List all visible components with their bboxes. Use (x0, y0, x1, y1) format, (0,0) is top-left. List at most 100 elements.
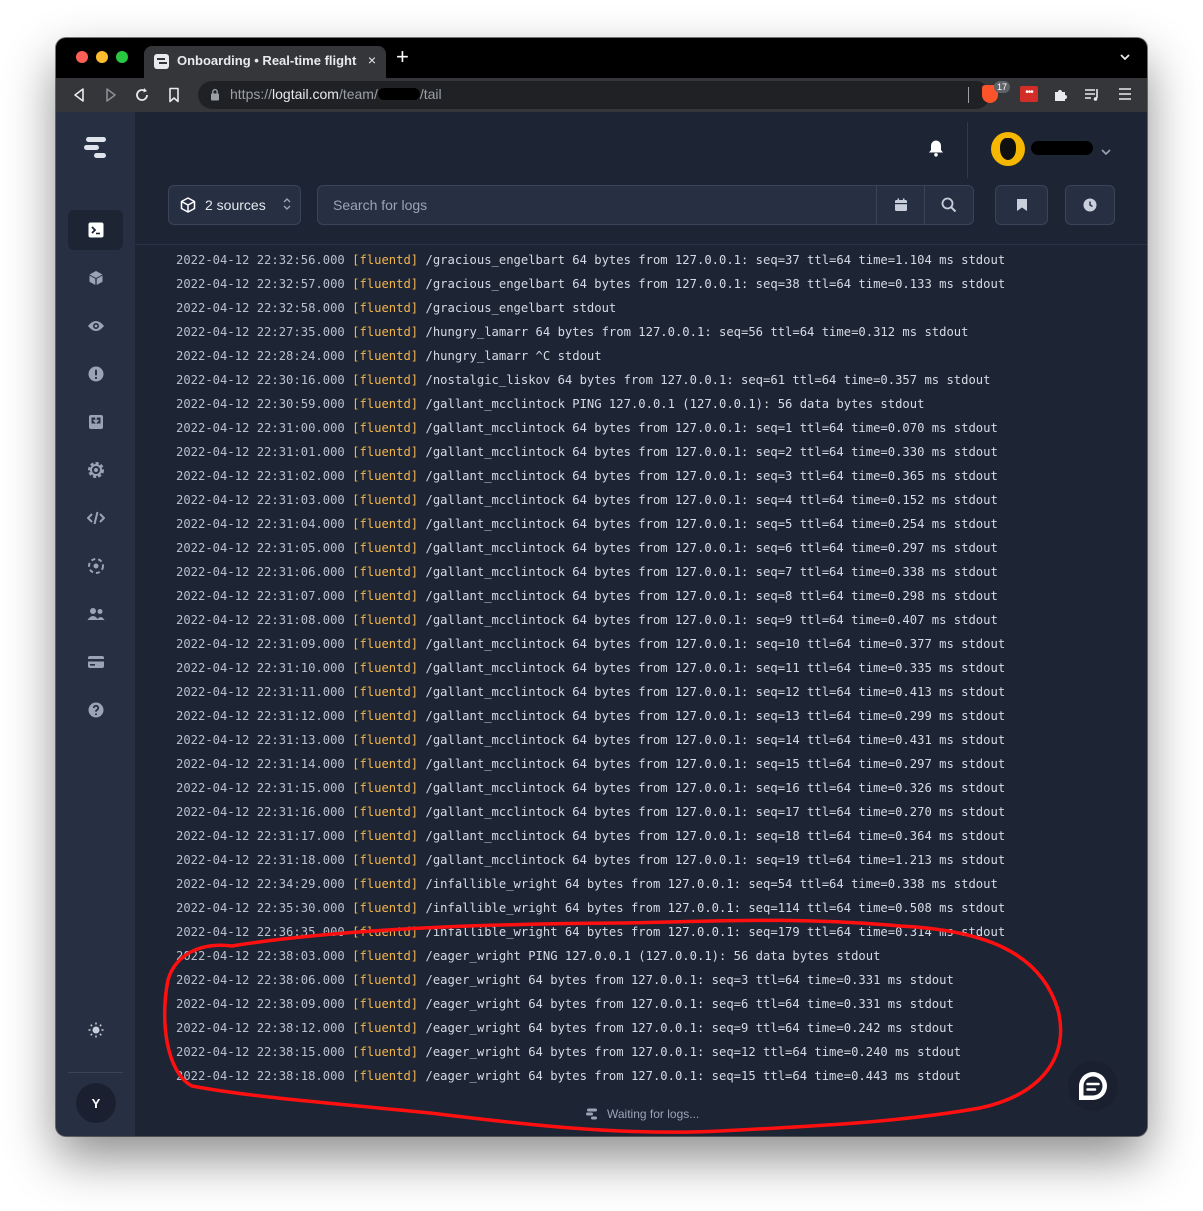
log-row[interactable]: 2022-04-12 22:31:00.000 [fluentd] /galla… (176, 416, 998, 440)
log-row[interactable]: 2022-04-12 22:31:16.000 [fluentd] /galla… (176, 800, 1005, 824)
saved-views-button[interactable] (995, 185, 1048, 225)
updown-chevron-icon (283, 197, 291, 216)
maximize-window-button[interactable] (116, 51, 128, 63)
log-row[interactable]: 2022-04-12 22:34:29.000 [fluentd] /infal… (176, 872, 998, 896)
search-button[interactable] (924, 185, 974, 225)
logtail-logo-icon[interactable] (82, 134, 110, 167)
tab-bar: Onboarding • Real-time flights, × + (56, 38, 1147, 78)
log-row[interactable]: 2022-04-12 22:31:13.000 [fluentd] /galla… (176, 728, 1005, 752)
log-row[interactable]: 2022-04-12 22:31:11.000 [fluentd] /galla… (176, 680, 1005, 704)
log-row[interactable]: 2022-04-12 22:38:18.000 [fluentd] /eager… (176, 1064, 961, 1088)
log-row[interactable]: 2022-04-12 22:32:58.000 [fluentd] /graci… (176, 296, 616, 320)
browser-tab[interactable]: Onboarding • Real-time flights, × (144, 46, 386, 78)
log-row[interactable]: 2022-04-12 22:32:57.000 [fluentd] /graci… (176, 272, 1005, 296)
log-row[interactable]: 2022-04-12 22:31:04.000 [fluentd] /galla… (176, 512, 998, 536)
log-row[interactable]: 2022-04-12 22:31:03.000 [fluentd] /galla… (176, 488, 998, 512)
log-message: /gallant_mcclintock 64 bytes from 127.0.… (425, 829, 1006, 843)
tab-menu-chevron-icon[interactable] (1119, 50, 1131, 68)
log-row[interactable]: 2022-04-12 22:28:24.000 [fluentd] /hungr… (176, 344, 602, 368)
log-row[interactable]: 2022-04-12 22:32:56.000 [fluentd] /graci… (176, 248, 1005, 272)
log-row[interactable]: 2022-04-12 22:31:05.000 [fluentd] /galla… (176, 536, 998, 560)
sidebar-item-live-tail[interactable] (68, 210, 123, 250)
minimize-window-button[interactable] (96, 51, 108, 63)
log-row[interactable]: 2022-04-12 22:31:12.000 [fluentd] /galla… (176, 704, 1005, 728)
sidebar-item-sources[interactable] (68, 258, 123, 298)
back-icon[interactable] (72, 87, 86, 108)
user-avatar[interactable] (991, 132, 1025, 166)
log-row[interactable]: 2022-04-12 22:31:09.000 [fluentd] /galla… (176, 632, 1005, 656)
chat-support-button[interactable] (1068, 1061, 1118, 1111)
log-timestamp: 2022-04-12 22:31:08.000 (176, 613, 345, 627)
log-row[interactable]: 2022-04-12 22:35:30.000 [fluentd] /infal… (176, 896, 1005, 920)
password-manager-extension-icon[interactable]: ••• (1020, 86, 1038, 102)
log-row[interactable]: 2022-04-12 22:30:59.000 [fluentd] /galla… (176, 392, 924, 416)
log-message: /gallant_mcclintock 64 bytes from 127.0.… (425, 685, 1006, 699)
sidebar-item-team[interactable] (68, 594, 123, 634)
log-source-tag: [fluentd] (352, 733, 419, 747)
log-row[interactable]: 2022-04-12 22:31:10.000 [fluentd] /galla… (176, 656, 1005, 680)
log-row[interactable]: 2022-04-12 22:30:16.000 [fluentd] /nosta… (176, 368, 991, 392)
log-row[interactable]: 2022-04-12 22:38:12.000 [fluentd] /eager… (176, 1016, 954, 1040)
sidebar-item-integrations[interactable] (68, 546, 123, 586)
sidebar-item-views[interactable] (68, 306, 123, 346)
log-source-tag: [fluentd] (352, 373, 419, 387)
sidebar-item-archive[interactable] (68, 402, 123, 442)
log-source-tag: [fluentd] (352, 277, 419, 291)
log-message: /gallant_mcclintock 64 bytes from 127.0.… (425, 445, 998, 459)
log-message: /gallant_mcclintock 64 bytes from 127.0.… (425, 517, 998, 531)
theme-toggle[interactable] (68, 1010, 123, 1050)
log-message: /gallant_mcclintock 64 bytes from 127.0.… (425, 661, 1006, 675)
bookmark-page-icon[interactable] (168, 87, 180, 108)
log-source-tag: [fluentd] (352, 781, 419, 795)
log-source-tag: [fluentd] (352, 1045, 419, 1059)
forward-icon[interactable] (104, 87, 118, 108)
log-row[interactable]: 2022-04-12 22:31:02.000 [fluentd] /galla… (176, 464, 998, 488)
log-row[interactable]: 2022-04-12 22:27:35.000 [fluentd] /hungr… (176, 320, 968, 344)
log-timestamp: 2022-04-12 22:31:18.000 (176, 853, 345, 867)
log-row[interactable]: 2022-04-12 22:36:35.000 [fluentd] /infal… (176, 920, 1005, 944)
logtail-app: Y 2 sources Search for logs 2022-04-12 2… (56, 112, 1147, 1136)
log-timestamp: 2022-04-12 22:38:03.000 (176, 949, 345, 963)
tab-close-icon[interactable]: × (368, 52, 376, 68)
bell-icon[interactable] (928, 139, 944, 162)
log-row[interactable]: 2022-04-12 22:31:15.000 [fluentd] /galla… (176, 776, 1005, 800)
history-button[interactable] (1065, 185, 1115, 225)
log-row[interactable]: 2022-04-12 22:31:01.000 [fluentd] /galla… (176, 440, 998, 464)
date-range-button[interactable] (876, 185, 925, 225)
chevron-down-icon[interactable] (1101, 143, 1111, 161)
sidebar-item-settings[interactable] (68, 450, 123, 490)
log-row[interactable]: 2022-04-12 22:38:06.000 [fluentd] /eager… (176, 968, 954, 992)
log-row[interactable]: 2022-04-12 22:31:07.000 [fluentd] /galla… (176, 584, 998, 608)
url-field[interactable]: https://logtail.com/team//tail (198, 81, 990, 109)
playlist-icon[interactable] (1084, 87, 1100, 108)
sidebar-item-alerts[interactable] (68, 354, 123, 394)
log-row[interactable]: 2022-04-12 22:38:03.000 [fluentd] /eager… (176, 944, 880, 968)
redacted-team-id (377, 88, 420, 100)
log-source-tag: [fluentd] (352, 301, 419, 315)
search-input[interactable] (318, 186, 924, 224)
log-message: /gallant_mcclintock 64 bytes from 127.0.… (425, 469, 998, 483)
integrations-icon (87, 558, 104, 574)
log-row[interactable]: 2022-04-12 22:31:18.000 [fluentd] /galla… (176, 848, 1005, 872)
browser-menu-icon[interactable] (1118, 87, 1132, 106)
extensions-puzzle-icon[interactable] (1052, 87, 1068, 108)
log-row[interactable]: 2022-04-12 22:31:14.000 [fluentd] /galla… (176, 752, 1005, 776)
log-row[interactable]: 2022-04-12 22:38:15.000 [fluentd] /eager… (176, 1040, 961, 1064)
reload-icon[interactable] (134, 87, 150, 108)
sidebar-item-api[interactable] (68, 498, 123, 538)
sources-select[interactable]: 2 sources (168, 185, 301, 225)
log-message: /gallant_mcclintock PING 127.0.0.1 (127.… (425, 397, 925, 411)
new-tab-button[interactable]: + (396, 46, 409, 68)
redacted-user-name (1031, 141, 1093, 155)
log-row[interactable]: 2022-04-12 22:38:09.000 [fluentd] /eager… (176, 992, 954, 1016)
log-message: /gallant_mcclintock 64 bytes from 127.0.… (425, 421, 998, 435)
sidebar-item-billing[interactable] (68, 642, 123, 682)
sidebar-item-help[interactable] (68, 690, 123, 730)
close-window-button[interactable] (76, 51, 88, 63)
log-message: /eager_wright 64 bytes from 127.0.0.1: s… (425, 1069, 962, 1083)
log-row[interactable]: 2022-04-12 22:31:06.000 [fluentd] /galla… (176, 560, 998, 584)
log-row[interactable]: 2022-04-12 22:31:08.000 [fluentd] /galla… (176, 608, 998, 632)
log-row[interactable]: 2022-04-12 22:31:17.000 [fluentd] /galla… (176, 824, 1005, 848)
team-avatar[interactable]: Y (76, 1083, 116, 1123)
log-list[interactable]: 2022-04-12 22:32:56.000 [fluentd] /graci… (135, 244, 1147, 1099)
